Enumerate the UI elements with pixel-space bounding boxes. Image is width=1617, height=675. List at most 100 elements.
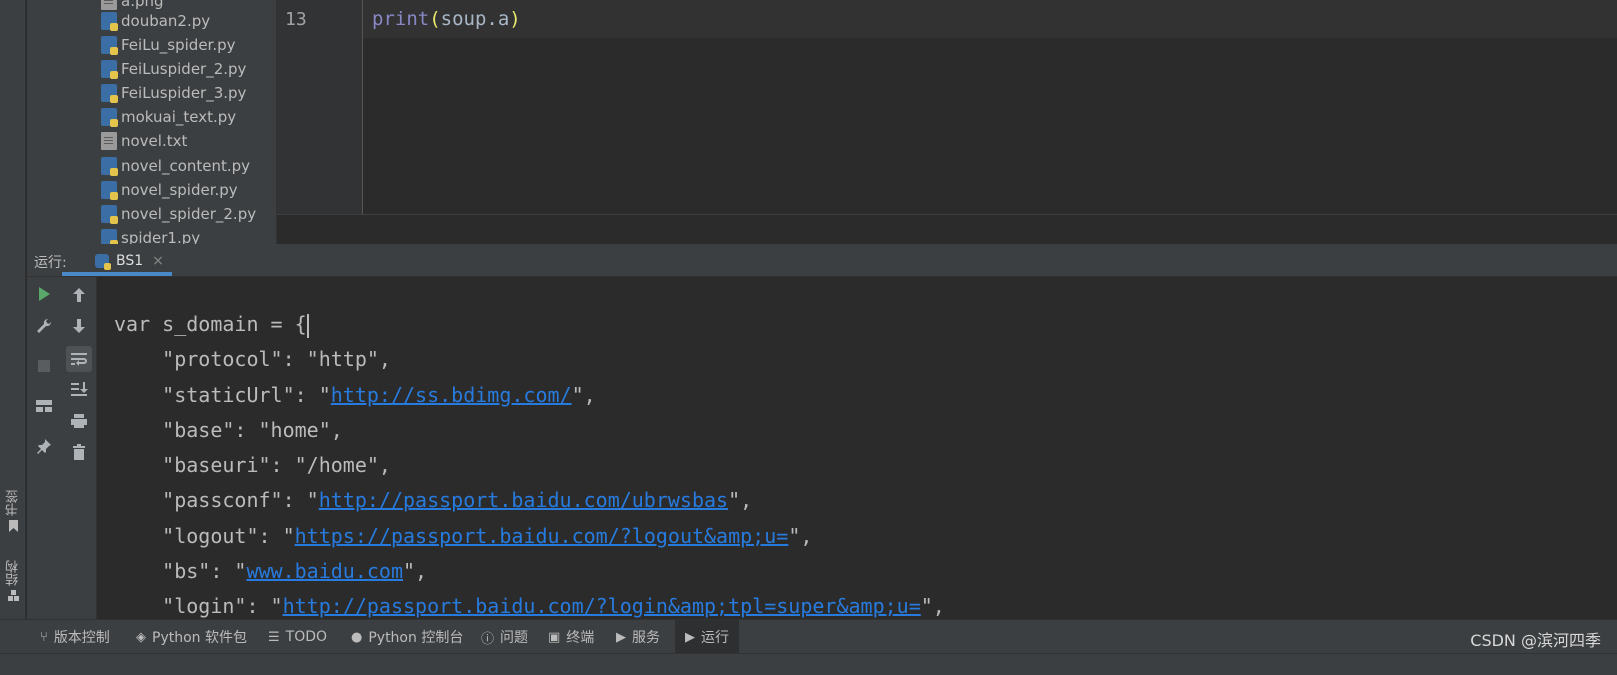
tool-label: TODO xyxy=(285,629,328,645)
tree-item[interactable]: novel_spider_2.py xyxy=(101,202,256,226)
python-file-icon xyxy=(101,108,118,127)
line-number: 13 xyxy=(285,9,307,30)
run-toolbar-secondary xyxy=(61,277,97,619)
printer-icon xyxy=(71,414,87,428)
console-text: "staticUrl": " xyxy=(114,383,331,407)
tree-item[interactable]: douban2.py xyxy=(101,9,210,33)
pin-tab-button[interactable] xyxy=(31,433,57,459)
structure-icon xyxy=(7,590,19,601)
tool-problems[interactable]: ⓘ 问题 xyxy=(481,620,528,654)
terminal-icon: ▣ xyxy=(548,629,561,645)
run-icon: ▶ xyxy=(685,629,695,645)
tree-item-label: FeiLuspider_3.py xyxy=(121,84,247,102)
play-icon xyxy=(38,287,50,301)
tree-item-label: FeiLu_spider.py xyxy=(121,36,236,54)
scroll-down-button[interactable] xyxy=(66,313,92,339)
tree-item[interactable]: mokuai_text.py xyxy=(101,105,236,129)
console-line: "protocol": "http", xyxy=(114,345,391,373)
editor-scroll-area xyxy=(277,214,1617,244)
stop-icon xyxy=(38,360,50,372)
pin-icon xyxy=(37,439,51,454)
tool-terminal[interactable]: ▣ 终端 xyxy=(548,620,594,654)
scroll-to-end-button[interactable] xyxy=(66,376,92,402)
console-text: "bs": " xyxy=(114,559,247,583)
vcs-icon: ⑂ xyxy=(40,629,48,645)
status-bar xyxy=(0,653,1617,675)
python-file-icon xyxy=(101,181,118,200)
close-icon[interactable]: × xyxy=(152,253,164,269)
console-text: "login": " xyxy=(114,594,283,618)
scroll-to-end-icon xyxy=(71,382,88,396)
tool-label: Python 软件包 xyxy=(152,630,247,646)
console-line: var s_domain = { xyxy=(114,310,309,338)
code-close-paren: ) xyxy=(509,8,521,30)
bookmarks-label: 书签 xyxy=(5,490,21,516)
code-line[interactable]: print(soup.a) xyxy=(372,8,521,30)
tree-item[interactable]: novel_spider.py xyxy=(101,178,238,202)
clear-all-button[interactable] xyxy=(66,439,92,465)
python-file-icon xyxy=(101,36,118,55)
tree-item[interactable]: spider1.py xyxy=(101,226,200,244)
soft-wrap-icon xyxy=(71,353,87,366)
tree-item[interactable]: FeiLu_spider.py xyxy=(101,33,236,57)
tool-todo[interactable]: ☰ TODO xyxy=(268,620,327,654)
left-tool-strip: 书签 结构 xyxy=(0,0,26,637)
tool-python-packages[interactable]: ◈ Python 软件包 xyxy=(136,620,247,654)
code-editor[interactable]: 13 print(soup.a) xyxy=(277,0,1617,244)
bookmarks-tool[interactable]: 书签 xyxy=(4,490,22,532)
console-text: var s_domain = { xyxy=(114,312,307,336)
editor-gutter: 13 xyxy=(277,0,363,214)
bookmark-icon xyxy=(8,520,18,532)
watermark: CSDN @滨河四季 xyxy=(1470,631,1601,650)
ide-window: 书签 结构 a.png douban2.py FeiLu_spider.py F… xyxy=(0,0,1617,675)
layout-button[interactable] xyxy=(31,393,57,419)
console-link[interactable]: http://passport.baidu.com/ubrwsbas xyxy=(319,488,728,512)
console-link[interactable]: www.baidu.com xyxy=(246,559,403,583)
tool-python-console[interactable]: ● Python 控制台 xyxy=(351,620,463,654)
tree-item-label: novel.txt xyxy=(121,132,188,150)
tree-item-label: novel_content.py xyxy=(121,157,251,175)
tool-vcs[interactable]: ⑂ 版本控制 xyxy=(40,620,110,654)
tool-run[interactable]: ▶ 运行 xyxy=(675,620,739,654)
tool-window-bar: ⑂ 版本控制 ◈ Python 软件包 ☰ TODO ● Python 控制台 … xyxy=(0,619,1617,654)
console-link[interactable]: https://passport.baidu.com/?logout&amp;u… xyxy=(295,524,789,548)
console-link[interactable]: http://passport.baidu.com/?login&amp;tpl… xyxy=(283,594,921,618)
arrow-down-icon xyxy=(73,319,85,333)
scroll-up-button[interactable] xyxy=(66,282,92,308)
tree-item[interactable]: novel_content.py xyxy=(101,154,250,178)
console-text: "protocol": "http", xyxy=(114,347,391,371)
code-arg: soup.a xyxy=(440,8,510,30)
run-tab-label: BS1 xyxy=(116,252,144,269)
tool-label: 终端 xyxy=(566,630,595,646)
console-text: ", xyxy=(920,594,945,618)
python-file-icon xyxy=(101,12,118,31)
edit-config-button[interactable] xyxy=(31,313,57,339)
console-line: "bs": "www.baidu.com", xyxy=(114,557,427,585)
tree-item-label: novel_spider_2.py xyxy=(121,205,257,223)
console-output[interactable]: var s_domain = { "protocol": "http", "st… xyxy=(97,277,1617,619)
structure-tool[interactable]: 结构 xyxy=(4,560,22,602)
console-line: "baseuri": "/home", xyxy=(114,451,391,479)
tree-item[interactable]: FeiLuspider_2.py xyxy=(101,57,246,81)
run-panel-label: 运行: xyxy=(34,255,67,271)
tool-label: 运行 xyxy=(701,630,729,646)
tree-item-label: spider1.py xyxy=(121,229,201,244)
tree-item[interactable]: FeiLuspider_3.py xyxy=(101,81,246,105)
text-caret xyxy=(306,313,309,338)
packages-icon: ◈ xyxy=(136,629,146,645)
console-text: "passconf": " xyxy=(114,488,319,512)
tree-item[interactable]: novel.txt xyxy=(101,129,187,153)
stop-button[interactable] xyxy=(31,353,57,379)
soft-wrap-button[interactable] xyxy=(66,346,92,372)
active-tab-indicator xyxy=(62,272,172,276)
console-text: ", xyxy=(728,488,753,512)
print-button[interactable] xyxy=(66,408,92,434)
run-panel-header: 运行: BS1 × xyxy=(27,244,1617,277)
tool-label: 问题 xyxy=(500,630,529,646)
console-line: "staticUrl": "http://ss.bdimg.com/", xyxy=(114,381,596,409)
rerun-button[interactable] xyxy=(31,281,57,307)
tool-services[interactable]: ▶ 服务 xyxy=(616,620,660,654)
console-link[interactable]: http://ss.bdimg.com/ xyxy=(331,383,572,407)
tool-label: 服务 xyxy=(632,630,660,646)
tool-label: Python 控制台 xyxy=(368,630,464,646)
